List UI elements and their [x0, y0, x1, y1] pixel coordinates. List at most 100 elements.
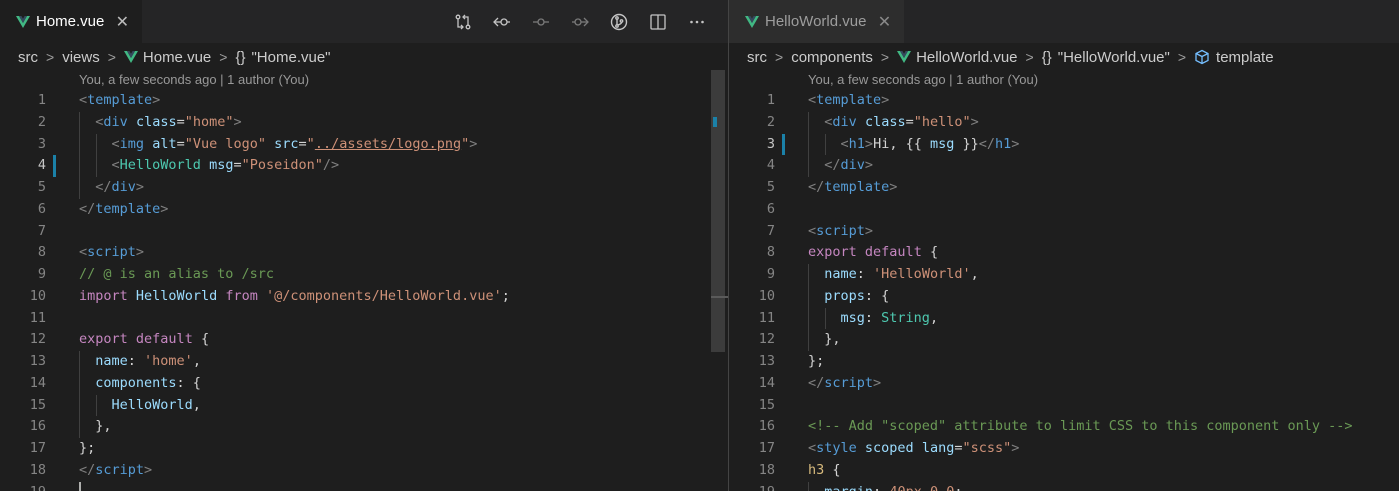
vue-file-icon [897, 51, 912, 63]
code-token: HelloWorld [119, 157, 201, 174]
code-token: components [95, 374, 177, 391]
code-lines: 1 <template> 2 <div class="home"> 3 <img al… [0, 90, 728, 491]
line-number: 7 [37, 222, 46, 239]
code-text: h3 { [808, 460, 841, 482]
editor-group-left: Home.vue ✕ src > views > Home.vue > {} "… [0, 0, 728, 491]
code-token: }; [79, 440, 96, 456]
code-token: script [95, 461, 145, 478]
code-token: = [954, 440, 963, 456]
code-token: > [864, 222, 874, 239]
code-token: </ [79, 461, 96, 478]
line-number: 19 [729, 482, 775, 491]
git-modified-gutter-marker[interactable] [782, 133, 785, 156]
code-text: name: 'home', [79, 351, 201, 373]
chevron-right-icon: > [775, 49, 784, 65]
breadcrumb-symbol[interactable]: {} "Home.vue" [235, 49, 330, 66]
git-lens-icon[interactable] [599, 7, 638, 37]
line-number: 15 [758, 396, 775, 413]
go-back-icon[interactable] [482, 7, 521, 37]
code-token: > [469, 135, 478, 152]
code-line: 18 h3 { [729, 460, 1399, 482]
cube-icon [1194, 49, 1210, 65]
more-actions-icon[interactable] [677, 7, 716, 37]
code-line: 2 <div class="hello"> [729, 111, 1399, 134]
code-text: </script> [79, 460, 152, 482]
code-token: > [152, 92, 161, 108]
breadcrumb-folder-components[interactable]: components [791, 49, 873, 66]
code-text: <HelloWorld msg="Poseidon"/> [79, 155, 340, 177]
editor-actions [443, 0, 716, 43]
breadcrumb-element[interactable]: template [1194, 49, 1274, 66]
breadcrumb-folder-views[interactable]: views [62, 49, 100, 66]
code-line: 16 }, [0, 416, 728, 438]
code-token: }} [954, 135, 979, 152]
code-token: ../assets/logo.png [314, 135, 462, 152]
code-line: 5 </template> [729, 177, 1399, 199]
code-editor-right[interactable]: You, a few seconds ago | 1 author (You) … [729, 70, 1399, 491]
breadcrumb-file[interactable]: HelloWorld.vue [897, 49, 1018, 66]
code-text: }, [808, 329, 840, 351]
code-text: <div class="hello"> [808, 112, 979, 134]
code-token: : [873, 484, 889, 491]
breadcrumb-folder-src[interactable]: src [747, 49, 767, 66]
code-token: h1 [995, 135, 1012, 152]
split-editor-icon[interactable] [638, 7, 677, 37]
code-token: > [881, 92, 890, 108]
line-number: 10 [758, 287, 775, 304]
breadcrumb-file[interactable]: Home.vue [123, 49, 211, 66]
line-number: 16 [29, 418, 46, 435]
code-line: 10 import HelloWorld from '@/components/H… [0, 286, 728, 308]
vue-file-icon [123, 51, 138, 63]
codelens-blame[interactable]: You, a few seconds ago | 1 author (You) [808, 72, 1038, 87]
code-line: 6 </template> [0, 199, 728, 221]
close-icon[interactable]: ✕ [876, 12, 892, 32]
chevron-right-icon: > [46, 49, 55, 65]
breadcrumb: src > components > HelloWorld.vue > {} "… [747, 46, 1274, 68]
code-token: , [929, 309, 939, 326]
braces-icon: {} [235, 48, 246, 66]
code-token: , [192, 353, 201, 369]
code-token: name [824, 266, 857, 282]
close-icon[interactable]: ✕ [114, 12, 130, 32]
code-line: 15 [729, 395, 1399, 417]
code-token: default [135, 331, 193, 348]
chevron-right-icon: > [1177, 49, 1187, 65]
code-token: = [905, 113, 914, 130]
code-token: : { [864, 287, 890, 304]
code-token: props [824, 287, 865, 304]
code-line: 14 components: { [0, 372, 728, 395]
code-token: HelloWorld [135, 287, 218, 304]
git-modified-gutter-marker[interactable] [53, 155, 56, 177]
code-token: " [306, 135, 315, 152]
code-token: HelloWorld [111, 396, 193, 413]
code-editor-left[interactable]: You, a few seconds ago | 1 author (You) … [0, 70, 728, 491]
line-number: 7 [766, 222, 775, 239]
breadcrumb-folder-src[interactable]: src [18, 49, 38, 66]
line-number: 11 [758, 309, 775, 326]
code-text: <!-- Add "scoped" attribute to limit CSS… [808, 416, 1353, 438]
code-token: < [111, 135, 120, 152]
vue-file-icon [745, 15, 759, 28]
line-number: 14 [29, 374, 46, 391]
go-forward-icon[interactable] [560, 7, 599, 37]
code-token: < [111, 157, 120, 174]
tab-helloworld-vue[interactable]: HelloWorld.vue ✕ [729, 0, 905, 43]
commit-icon[interactable] [521, 7, 560, 37]
scrollbar-thumb[interactable] [711, 70, 725, 352]
breadcrumb-symbol[interactable]: {} "HelloWorld.vue" [1042, 49, 1170, 66]
code-text: import HelloWorld from '@/components/Hel… [79, 286, 510, 308]
open-changes-icon[interactable] [443, 7, 482, 37]
code-token: : [856, 266, 874, 282]
code-text: }; [79, 438, 95, 460]
tab-home-vue[interactable]: Home.vue ✕ [0, 0, 143, 43]
code-token: </ [808, 374, 825, 391]
code-token: h1 [848, 135, 865, 152]
code-text: }, [79, 416, 111, 438]
codelens-blame[interactable]: You, a few seconds ago | 1 author (You) [79, 72, 309, 87]
code-line: 1 <template> [729, 90, 1399, 112]
code-token: style [816, 440, 857, 456]
